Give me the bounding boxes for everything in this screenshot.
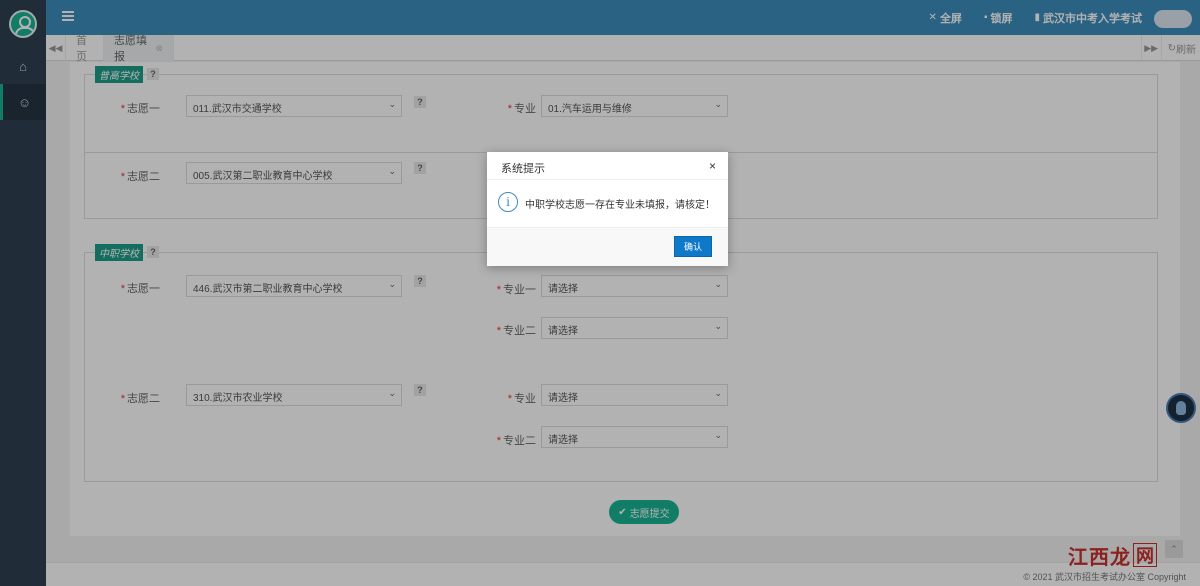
modal-overlay[interactable] (0, 0, 1200, 586)
info-icon: i (498, 192, 518, 212)
dialog-title: 系统提示 (501, 163, 545, 175)
confirm-button[interactable]: 确认 (674, 236, 712, 257)
system-alert-dialog: 系统提示 × i 中职学校志愿一存在专业未填报，请核定！ 确认 (487, 152, 728, 266)
dialog-header: 系统提示 × (487, 152, 728, 180)
dialog-footer: 确认 (487, 228, 728, 266)
dialog-message: 中职学校志愿一存在专业未填报，请核定！ (525, 200, 715, 211)
close-icon[interactable]: × (709, 159, 716, 173)
dialog-body: i 中职学校志愿一存在专业未填报，请核定！ (487, 180, 728, 228)
